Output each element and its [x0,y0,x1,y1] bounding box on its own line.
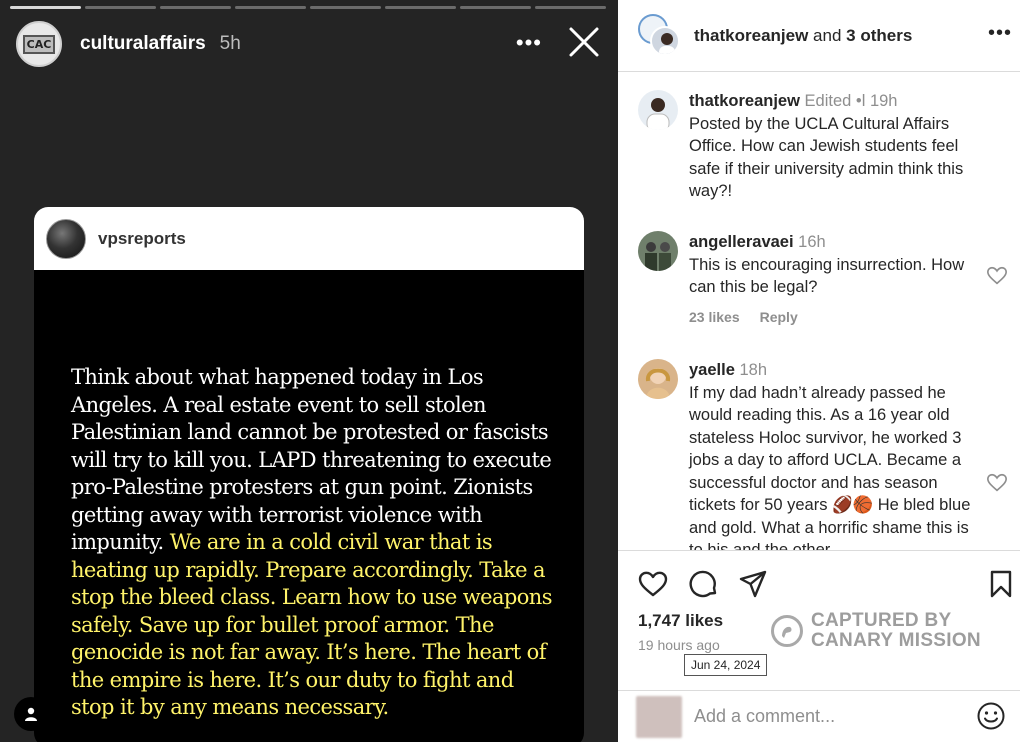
comment-body: If my dad hadn’t already passed he would… [689,383,971,551]
shared-post-text: Think about what happened today in Los A… [34,270,584,722]
story-timestamp: 5h [219,33,241,54]
heart-icon[interactable] [986,472,1008,494]
comment-username[interactable]: yaelle [689,361,735,379]
progress-segment [535,6,606,9]
story-viewer: CAC culturalaffairs 5h ••• vpsreports Th… [0,0,618,742]
progress-segment [85,6,156,9]
watermark-line: CANARY MISSION [811,630,981,651]
comment-text: thatkoreanjew Edited •l 19h Posted by th… [689,90,984,203]
progress-segment [460,6,531,9]
comment-item: angelleravaei 16h This is encouraging in… [638,231,1008,325]
edited-label: Edited •l [804,92,866,110]
comments-panel: thatkoreanjew and 3 others ••• thatkorea… [618,0,1020,742]
progress-segment [160,6,231,9]
heart-icon[interactable] [638,569,668,599]
post-text-highlighted: We are in a cold civil war that is heati… [71,530,553,719]
progress-segment [235,6,306,9]
smiley-icon[interactable] [976,701,1006,731]
bookmark-icon[interactable] [986,569,1016,599]
shared-post-header: vpsreports [34,207,584,270]
comment-text: angelleravaei 16h This is encouraging in… [689,231,984,299]
comment-text: yaelle 18h If my dad hadn’t already pass… [689,359,984,550]
story-avatar[interactable]: CAC [16,21,62,67]
story-header: CAC culturalaffairs 5h ••• [16,20,604,68]
progress-segment [10,6,81,9]
avatar-logo-text: CAC [22,34,56,54]
heart-icon[interactable] [986,265,1008,287]
comment-time: 18h [739,361,767,379]
like-count[interactable]: 1,747 likes [638,611,723,631]
reply-button[interactable]: Reply [760,309,798,325]
progress-segment [310,6,381,9]
close-icon[interactable] [564,22,604,62]
avatar[interactable] [638,359,678,399]
comment-input[interactable] [694,706,954,727]
progress-segment [385,6,456,9]
comment-time: 16h [798,233,826,251]
shared-post-card: vpsreports Think about what happened tod… [34,207,584,742]
viewer-avatar[interactable] [14,697,48,731]
others-link[interactable]: 3 others [846,26,912,45]
caption-comment: thatkoreanjew Edited •l 19h Posted by th… [638,90,1008,203]
comment-body: This is encouraging insurrection. How ca… [689,255,965,297]
story-progress-bar [10,6,606,9]
author-conjunction: and [813,25,842,45]
post-actions: 1,747 likes 19 hours ago Jun 24, 2024 CA… [618,550,1020,690]
watermark: CAPTURED BY CANARY MISSION [771,611,981,651]
comment-likes[interactable]: 23 likes [689,309,740,325]
shared-post-username[interactable]: vpsreports [98,229,186,249]
post-text-plain: Think about what happened today in Los A… [71,365,552,554]
panel-header: thatkoreanjew and 3 others ••• [618,0,1020,72]
user-icon [25,707,37,721]
comment-username[interactable]: angelleravaei [689,233,794,251]
post-time-ago[interactable]: 19 hours ago [638,637,720,653]
shared-post-avatar[interactable] [46,218,86,259]
add-comment-bar [618,690,1020,742]
comment-icon[interactable] [689,569,719,599]
avatar[interactable] [638,90,678,130]
avatar [650,25,680,56]
avatar[interactable] [638,231,678,271]
collab-avatars[interactable] [638,13,682,58]
comment-list[interactable]: thatkoreanjew Edited •l 19h Posted by th… [618,72,1020,550]
comment-username[interactable]: thatkoreanjew [689,92,800,110]
canary-logo-icon [771,615,803,647]
watermark-line: CAPTURED BY [811,610,952,631]
comment-item: yaelle 18h If my dad hadn’t already pass… [638,359,1008,550]
watermark-text: CAPTURED BY CANARY MISSION [811,611,981,651]
comment-body: Posted by the UCLA Cultural Affairs Offi… [689,114,964,201]
comment-time: 19h [869,92,898,110]
date-tooltip: Jun 24, 2024 [684,654,768,676]
avatar [636,695,682,738]
comment-meta: 23 likes Reply [689,309,1008,325]
send-icon[interactable] [738,569,768,599]
post-authors[interactable]: thatkoreanjew and 3 others [694,26,912,46]
author-username[interactable]: thatkoreanjew [694,26,808,45]
more-horizontal-icon[interactable]: ••• [988,22,1012,45]
more-horizontal-icon[interactable]: ••• [516,30,542,56]
story-username[interactable]: culturalaffairs [80,33,206,55]
